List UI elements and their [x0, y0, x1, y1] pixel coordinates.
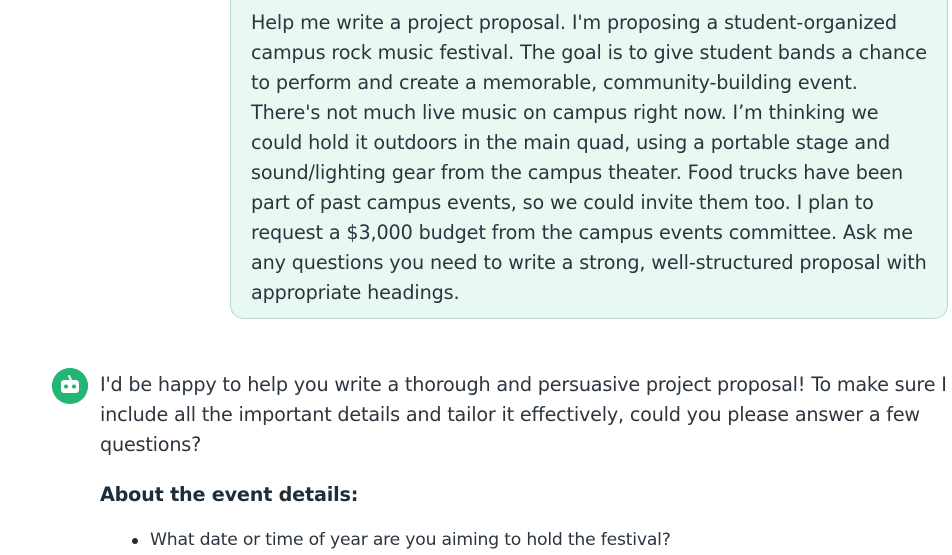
robot-icon	[52, 368, 88, 404]
bullet-icon	[132, 538, 138, 544]
question-text: What date or time of year are you aiming…	[150, 530, 671, 550]
user-message-text: Help me write a project proposal. I'm pr…	[251, 11, 927, 304]
list-item: What date or time of year are you aiming…	[132, 528, 948, 552]
user-message-bubble: Help me write a project proposal. I'm pr…	[230, 0, 948, 319]
assistant-intro-text: I'd be happy to help you write a thoroug…	[100, 373, 947, 456]
question-list: What date or time of year are you aiming…	[100, 528, 948, 552]
section-heading: About the event details:	[100, 483, 359, 506]
robot-icon-glyph	[52, 368, 88, 404]
assistant-message-content: I'd be happy to help you write a thoroug…	[100, 370, 948, 552]
chat-view: Help me write a project proposal. I'm pr…	[0, 0, 952, 555]
